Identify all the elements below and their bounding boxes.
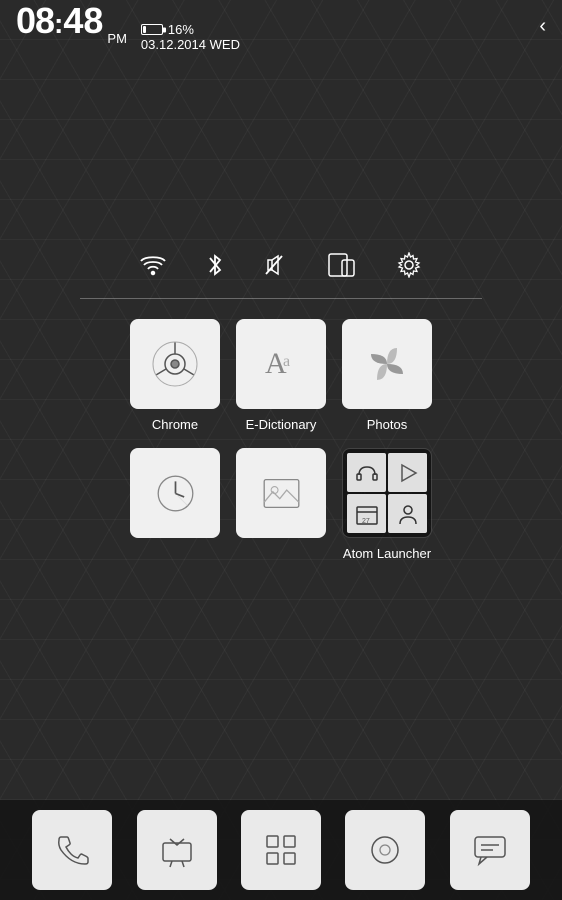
battery-percent: 16%	[168, 22, 194, 37]
time-minute: 48	[63, 0, 103, 42]
app-landscape[interactable]	[236, 448, 326, 538]
folder-label: Atom Launcher	[343, 546, 431, 561]
app-chrome[interactable]: Chrome	[130, 319, 220, 432]
photos-label: Photos	[367, 417, 407, 432]
battery-icon	[141, 24, 163, 35]
folder-thumb-2	[388, 453, 427, 492]
wifi-toggle[interactable]	[140, 254, 166, 276]
date-display: 03.12.2014 WED	[141, 37, 240, 52]
svg-text:27: 27	[362, 518, 370, 525]
bluetooth-toggle[interactable]	[206, 252, 224, 278]
app-row-2: 27 Atom Launcher	[130, 448, 432, 561]
folder-thumb-3: 27	[347, 494, 386, 533]
time-ampm: PM	[107, 31, 127, 46]
chrome-label: Chrome	[152, 417, 198, 432]
settings-toggle[interactable]	[396, 252, 422, 278]
folder-icon-bg: 27	[342, 448, 432, 538]
bottom-dock	[0, 800, 562, 900]
quick-settings-bar	[0, 232, 562, 288]
dock-circle[interactable]	[345, 810, 425, 890]
app-clock[interactable]	[130, 448, 220, 538]
qs-divider	[80, 298, 482, 299]
photos-icon-bg	[342, 319, 432, 409]
dock-tv[interactable]	[137, 810, 217, 890]
app-e-dictionary[interactable]: A a E-Dictionary	[236, 319, 326, 432]
time-colon: :	[54, 8, 63, 40]
clock-icon-bg	[130, 448, 220, 538]
app-row-1: Chrome A a E-Dictionary	[130, 319, 432, 432]
dock-chat[interactable]	[450, 810, 530, 890]
time-hour: 08	[16, 0, 54, 42]
chrome-icon-bg	[130, 319, 220, 409]
dock-grid[interactable]	[241, 810, 321, 890]
svg-text:a: a	[283, 353, 290, 370]
landscape-icon-bg	[236, 448, 326, 538]
app-photos[interactable]: Photos	[342, 319, 432, 432]
dict-label: E-Dictionary	[246, 417, 317, 432]
folder-thumb-1	[347, 453, 386, 492]
folder-atom-launcher[interactable]: 27 Atom Launcher	[342, 448, 432, 561]
dict-icon-bg: A a	[236, 319, 326, 409]
folder-thumb-4	[388, 494, 427, 533]
display-toggle[interactable]	[328, 252, 356, 278]
back-button[interactable]: ‹	[539, 15, 546, 38]
status-bar: 08 : 48 PM 16% 03.12.2014 WED	[0, 0, 562, 52]
mute-toggle[interactable]	[264, 252, 288, 278]
app-grid: Chrome A a E-Dictionary	[0, 319, 562, 561]
dock-phone[interactable]	[32, 810, 112, 890]
